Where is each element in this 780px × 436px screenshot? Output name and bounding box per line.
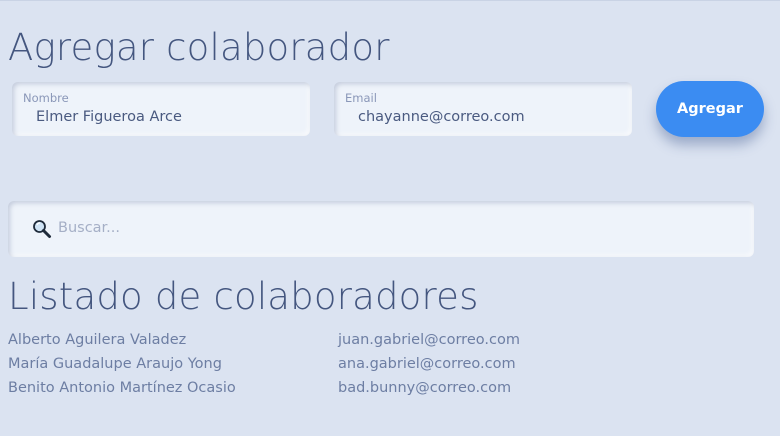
form-title: Agregar colaborador [8,26,390,69]
search-icon [32,219,52,239]
collaborator-email: juan.gabriel@correo.com [338,332,520,348]
email-field[interactable]: Email chayanne@correo.com [334,82,632,136]
name-field-label: Nombre [23,91,69,105]
list-title: Listado de colaboradores [8,275,479,318]
list-item: Alberto Aguilera Valadez juan.gabriel@co… [8,330,708,354]
list-item: Benito Antonio Martínez Ocasio bad.bunny… [8,378,708,402]
list-item: María Guadalupe Araujo Yong ana.gabriel@… [8,354,708,378]
collaborator-name: Alberto Aguilera Valadez [8,332,187,348]
top-divider [0,0,780,1]
search-input[interactable]: Buscar... [8,201,754,257]
email-input[interactable]: chayanne@correo.com [358,109,525,125]
name-field[interactable]: Nombre Elmer Figueroa Arce [12,82,310,136]
collaborator-email: bad.bunny@correo.com [338,380,512,396]
search-placeholder: Buscar... [58,220,121,236]
collaborator-list: Alberto Aguilera Valadez juan.gabriel@co… [8,330,708,402]
name-input[interactable]: Elmer Figueroa Arce [36,109,182,125]
add-collaborator-button[interactable]: Agregar [656,81,764,137]
collaborator-name: Benito Antonio Martínez Ocasio [8,380,236,396]
collaborator-name: María Guadalupe Araujo Yong [8,356,222,372]
collaborator-email: ana.gabriel@correo.com [338,356,516,372]
email-field-label: Email [345,91,377,105]
